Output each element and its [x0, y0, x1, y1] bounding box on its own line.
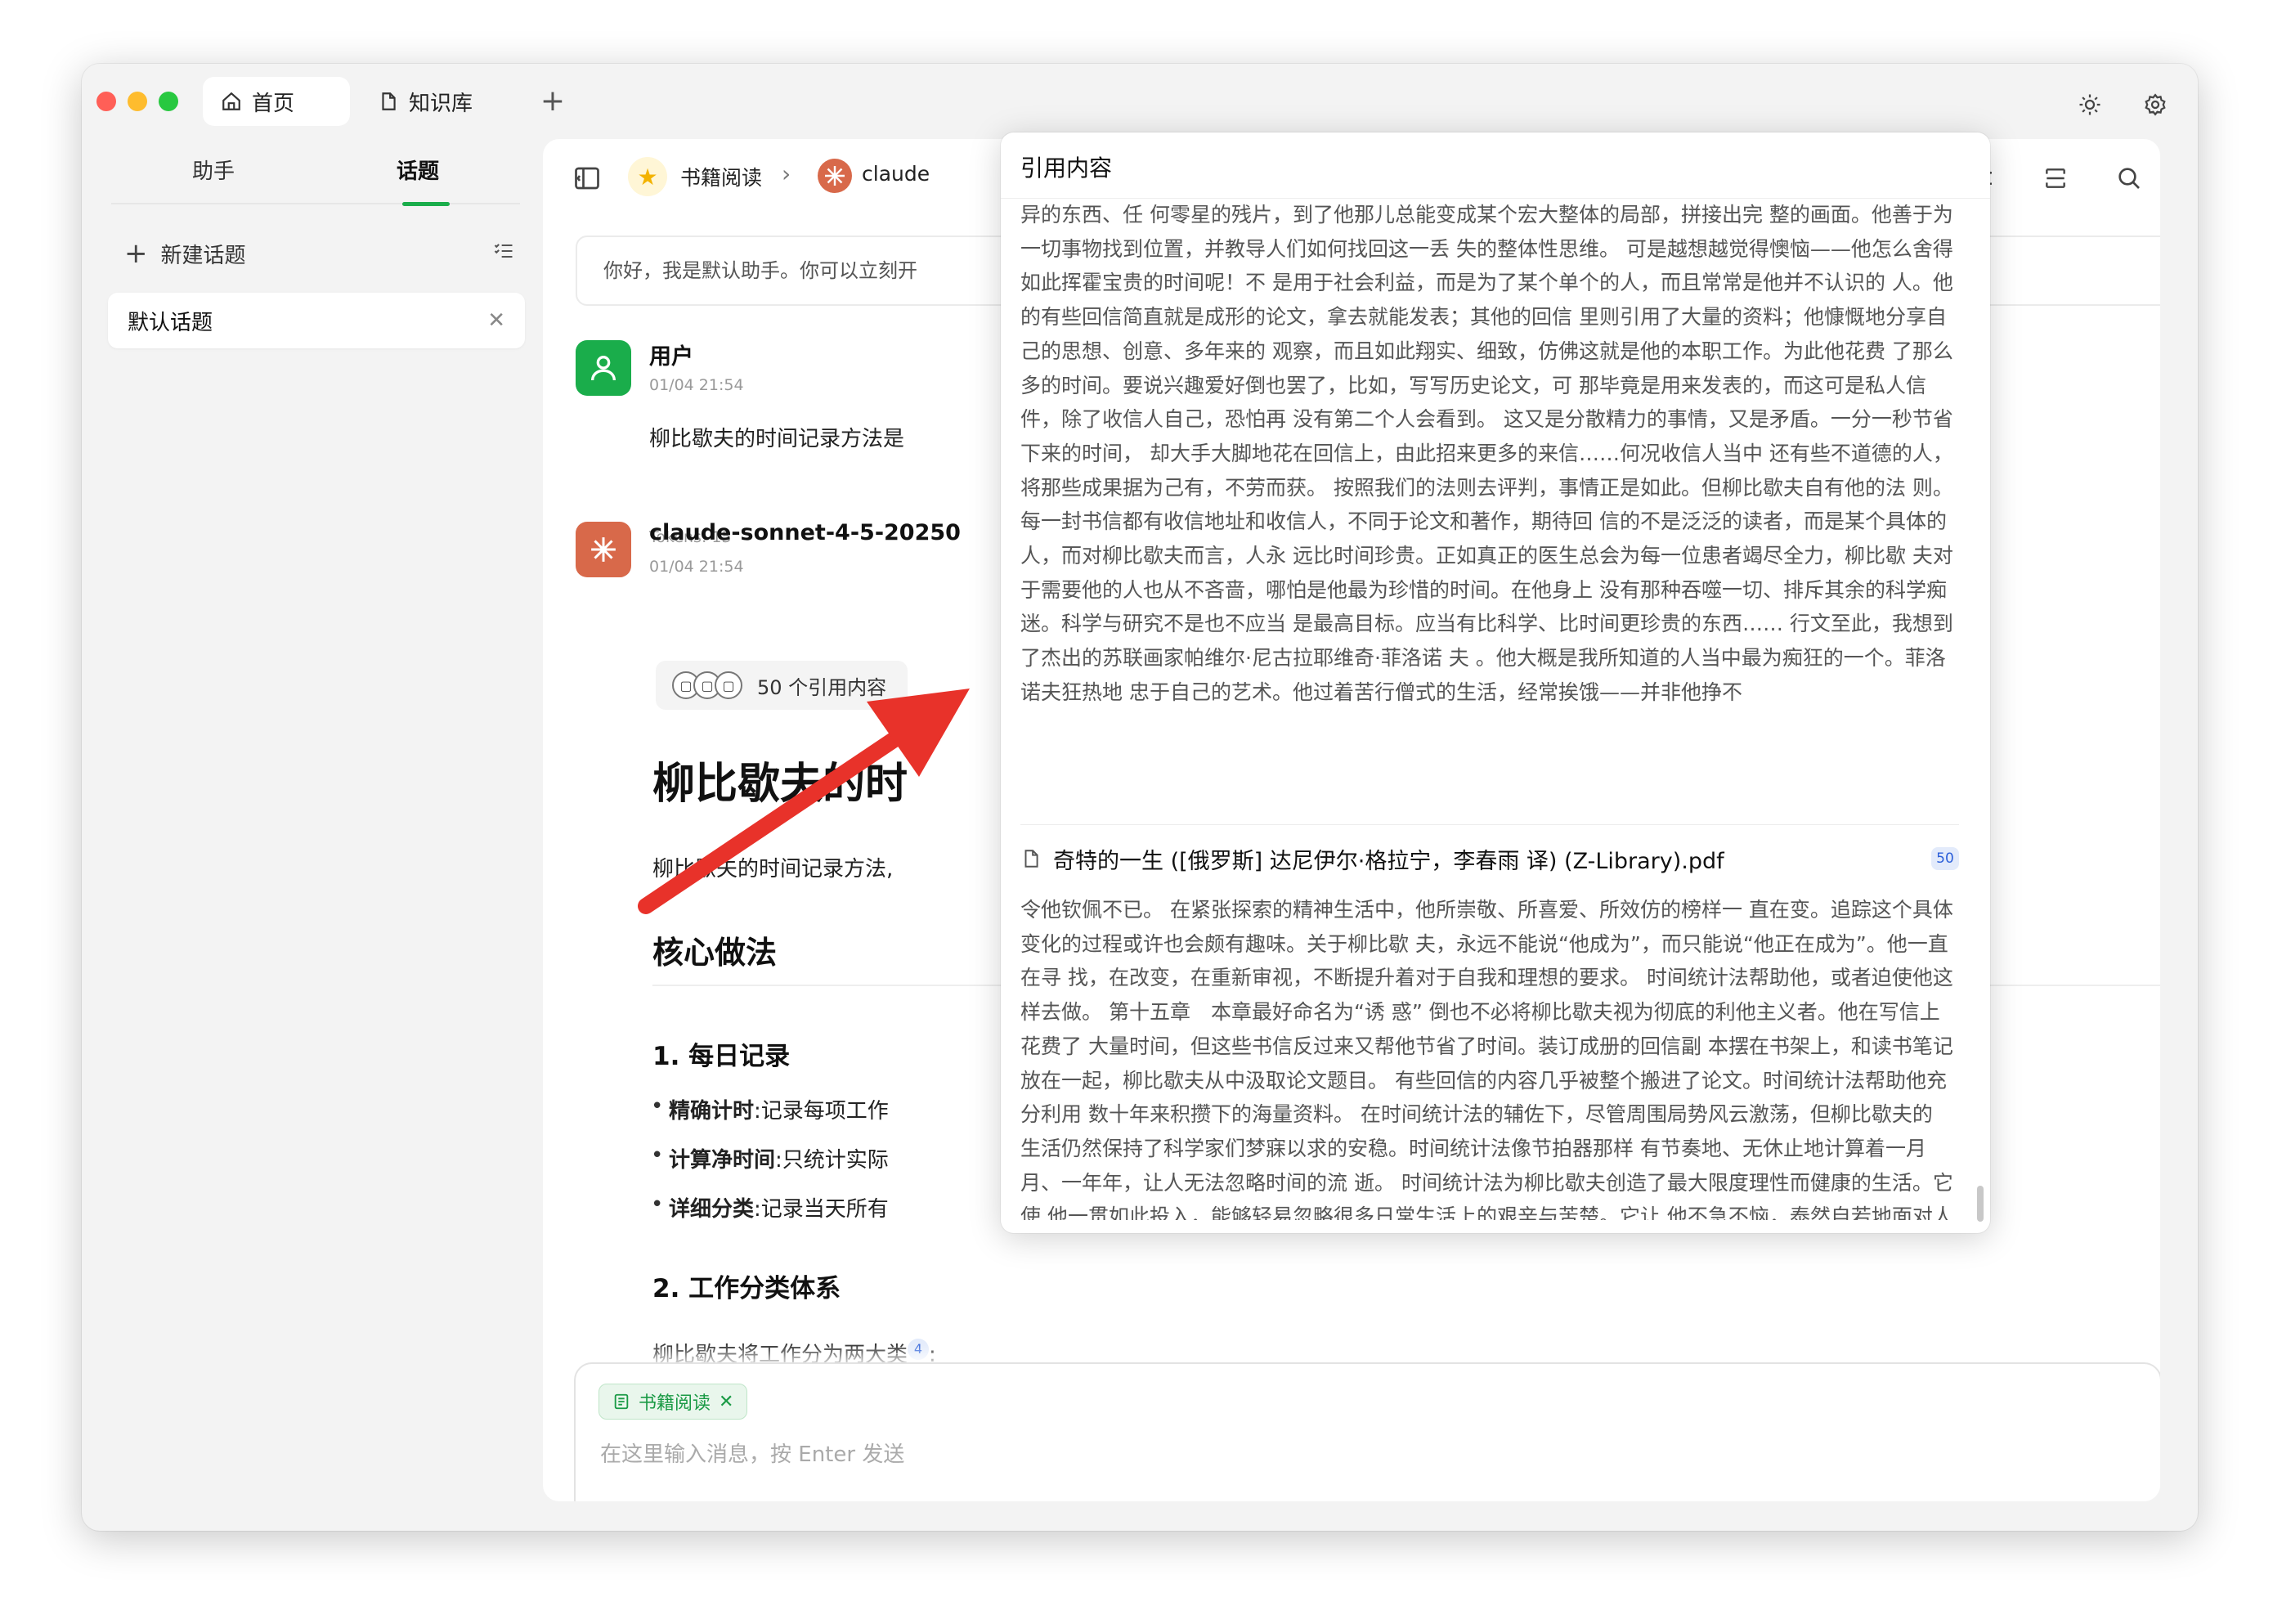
list-item: 精确计时:记录每项工作 [651, 1094, 889, 1124]
close-icon[interactable]: ✕ [719, 1392, 733, 1412]
message-input[interactable]: 在这里输入消息，按 Enter 发送 [600, 1438, 904, 1468]
layout-button[interactable] [2039, 162, 2072, 195]
tab-knowledge[interactable]: 知识库 [360, 77, 523, 126]
document-icon: ▢ [715, 671, 742, 699]
close-window-button[interactable] [96, 92, 116, 111]
assistant-avatar [576, 522, 631, 577]
model-name[interactable]: claude [862, 162, 930, 186]
sidebar-toggle-icon[interactable] [572, 164, 602, 193]
citation-index-badge: 50 [1931, 847, 1959, 870]
plus-icon: + [124, 237, 148, 270]
document-icon [382, 92, 396, 110]
sidebar-tab-topics[interactable]: 话题 [316, 147, 520, 206]
subheading-work-categories: 2. 工作分类体系 [652, 1274, 841, 1303]
topic-options-button[interactable] [492, 240, 515, 268]
citation-popup: 引用内容 异的东西、任 何零星的残片，到了他那儿总能变成某个宏大整体的局部，拼接… [1001, 132, 1990, 1233]
settings-button[interactable] [2139, 88, 2172, 121]
popup-title: 引用内容 [1020, 155, 1113, 182]
window-toolbar [2073, 88, 2172, 121]
claude-icon [818, 159, 852, 193]
user-message-time: 01/04 21:54 [649, 376, 744, 394]
minimize-window-button[interactable] [128, 92, 147, 111]
citation-divider [1020, 824, 1959, 825]
star-icon: ★ [628, 157, 667, 196]
citation-source[interactable]: 奇特的一生 ([俄罗斯] 达尼伊尔·格拉宁，李春雨 译) (Z-Library)… [1020, 836, 1959, 882]
assistant-message-time: 01/04 21:54 [649, 558, 744, 576]
new-topic-button[interactable]: + 新建话题 [124, 231, 515, 276]
search-icon [2118, 168, 2140, 189]
list-check-icon [494, 243, 513, 258]
sidebar-tabs: 助手 话题 [111, 147, 520, 206]
citations-label: 50 个引用内容 [757, 675, 887, 699]
answer-heading: 柳比歇夫的时 [652, 760, 908, 809]
tab-knowledge-label: 知识库 [409, 91, 473, 116]
knowledge-chip-label: 书籍阅读 [639, 1393, 711, 1414]
assistant-name-label: claude-sonnet-4-5-20250 [649, 520, 961, 545]
search-button[interactable] [2113, 162, 2145, 195]
citation-source-title: 奇特的一生 ([俄罗斯] 达尼伊尔·格拉宁，李春雨 译) (Z-Library)… [1053, 848, 1724, 874]
user-message-text: 柳比歇夫的时间记录方法是 [649, 427, 905, 451]
sun-icon [2079, 94, 2100, 115]
tab-home-label: 首页 [252, 91, 295, 116]
home-icon [222, 92, 240, 110]
gear-icon [2145, 93, 2166, 116]
theme-toggle-button[interactable] [2073, 88, 2106, 121]
assistant-name[interactable]: 书籍阅读 [680, 162, 762, 191]
popup-scrollbar[interactable] [1977, 1186, 1984, 1222]
layout-icon [2046, 168, 2065, 188]
chat-header-tools [1966, 162, 2145, 195]
add-tab-button[interactable]: + [533, 82, 572, 121]
answer-intro: 柳比歇夫的时间记录方法, [652, 857, 894, 882]
sidebar-tab-assistant[interactable]: 助手 [111, 147, 316, 204]
citations-button[interactable]: ▢ ▢ ▢ 50 个引用内容 [656, 661, 908, 710]
topic-item-label: 默认话题 [128, 310, 213, 335]
chevron-right-icon: › [782, 160, 791, 187]
window-controls [96, 92, 178, 111]
user-name: 用户 [649, 344, 693, 370]
knowledge-base-icon [614, 1393, 629, 1410]
citation-doc-icons: ▢ ▢ ▢ [672, 671, 742, 699]
knowledge-chip[interactable]: 书籍阅读 ✕ [599, 1384, 748, 1420]
topic-item-default[interactable]: 默认话题 ✕ [108, 293, 525, 348]
citation-excerpt: 异的东西、任 何零星的残片，到了他那儿总能变成某个宏大整体的局部，拼接出完 整的… [1020, 203, 1953, 704]
user-icon [591, 356, 616, 381]
section-heading: 核心做法 [652, 935, 778, 971]
citation-excerpt: 令他钦佩不已。 在紧张探索的精神生活中，他所崇敬、所喜爱、所效仿的榜样一 直在变… [1020, 898, 1953, 1220]
list-item: 计算净时间:只统计实际 [651, 1143, 889, 1173]
user-avatar [576, 340, 631, 396]
new-topic-label: 新建话题 [160, 243, 246, 268]
sidebar: 助手 话题 + 新建话题 默认话题 ✕ [82, 139, 540, 1531]
message-composer: 书籍阅读 ✕ 在这里输入消息，按 Enter 发送 [574, 1362, 2160, 1501]
claude-icon [591, 537, 616, 562]
list-item: 详细分类:记录当天所有 [651, 1192, 889, 1222]
citation-footnote[interactable]: 4 [908, 1339, 930, 1361]
close-icon[interactable]: ✕ [487, 308, 505, 333]
zoom-window-button[interactable] [159, 92, 178, 111]
document-icon [1024, 850, 1038, 868]
app-window: 首页 知识库 + 助手 话题 + 新建话题 默认话题 ✕ ★ 书籍阅读 › cl… [82, 64, 2198, 1531]
subheading-daily-record: 1. 每日记录 [652, 1042, 791, 1071]
citation-list[interactable]: 异的东西、任 何零星的残片，到了他那儿总能变成某个宏大整体的局部，拼接出完 整的… [1001, 198, 1990, 1220]
tab-home[interactable]: 首页 [203, 77, 350, 126]
